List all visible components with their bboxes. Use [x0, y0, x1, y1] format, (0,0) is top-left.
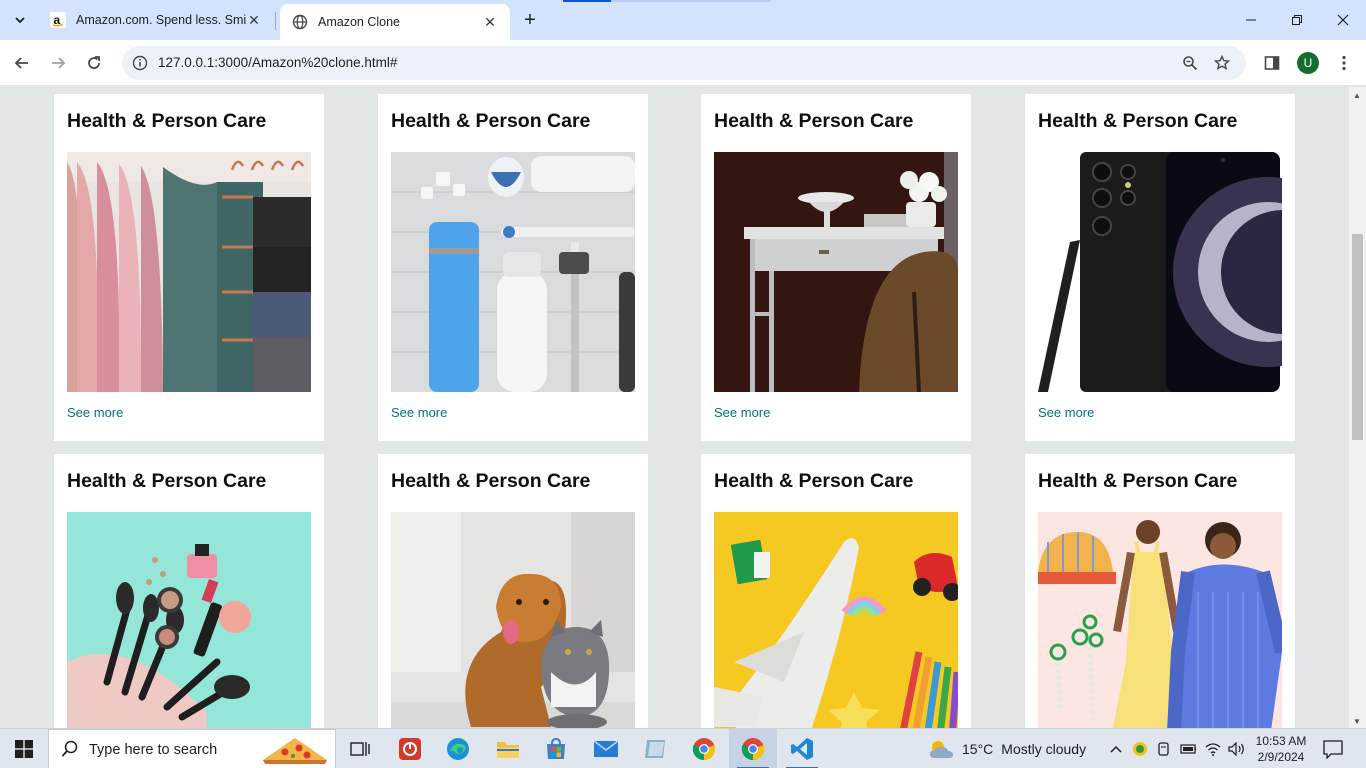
product-card: Health & Person Care See more — [1025, 94, 1295, 441]
file-explorer-icon[interactable] — [484, 729, 532, 768]
card-image[interactable] — [714, 152, 958, 392]
reload-icon[interactable] — [80, 49, 108, 77]
restore-icon[interactable] — [1274, 0, 1320, 40]
vscode-icon[interactable] — [778, 729, 826, 768]
browser-toolbar: 127.0.0.1:3000/Amazon%20clone.html# U — [0, 40, 1366, 86]
card-image[interactable] — [391, 512, 635, 728]
chrome-active-icon[interactable] — [729, 729, 777, 768]
product-card: Health & Person Care — [54, 94, 324, 441]
page-scrollbar[interactable]: ▲ ▼ — [1349, 87, 1366, 728]
microsoft-store-icon[interactable] — [532, 729, 580, 768]
taskbar-clock[interactable]: 10:53 AM 2/9/2024 — [1252, 733, 1310, 765]
tab-strip: a Amazon.com. Spend less. Smile more. ✕ … — [0, 0, 1366, 40]
security-app-icon[interactable] — [386, 729, 434, 768]
weather-description: Mostly cloudy — [1001, 741, 1087, 757]
see-more-link[interactable]: See more — [391, 405, 447, 420]
tab-group-indicator — [563, 0, 611, 2]
amazon-favicon-icon: a — [50, 12, 66, 28]
close-tab-icon[interactable]: ✕ — [482, 14, 498, 30]
chrome-icon[interactable] — [680, 729, 728, 768]
new-tab-icon[interactable]: + — [518, 8, 542, 32]
notes-app-icon[interactable] — [631, 729, 679, 768]
see-more-link[interactable]: See more — [67, 405, 123, 420]
tab-title: Amazon.com. Spend less. Smile more. — [76, 13, 246, 27]
card-title: Health & Person Care — [391, 470, 591, 492]
site-info-icon[interactable] — [130, 53, 150, 73]
scroll-down-icon[interactable]: ▼ — [1353, 717, 1361, 726]
product-card: Health & Person Care — [54, 454, 324, 728]
tab-amazon[interactable]: a Amazon.com. Spend less. Smile more. ✕ — [38, 0, 274, 40]
close-window-icon[interactable] — [1320, 0, 1366, 40]
clock-date: 2/9/2024 — [1257, 750, 1305, 764]
back-icon[interactable] — [8, 49, 36, 77]
card-title: Health & Person Care — [714, 470, 914, 492]
product-card: Health & Person Care — [378, 454, 648, 728]
weather-widget[interactable]: 15°C Mostly cloudy — [928, 729, 1086, 768]
wifi-icon[interactable] — [1205, 741, 1221, 757]
product-card: Health & Person Care — [701, 454, 971, 728]
product-card: Health & Person Care — [1025, 454, 1295, 728]
tab-title: Amazon Clone — [318, 15, 400, 29]
search-placeholder: Type here to search — [89, 742, 218, 758]
card-title: Health & Person Care — [714, 110, 914, 132]
card-image[interactable] — [714, 512, 958, 728]
card-title: Health & Person Care — [67, 110, 267, 132]
menu-kebab-icon[interactable] — [1333, 52, 1355, 74]
bookmark-star-icon[interactable] — [1212, 53, 1232, 73]
page-viewport: Health & Person Care See more Health & P… — [0, 87, 1349, 728]
battery-icon[interactable] — [1180, 741, 1196, 757]
card-title: Health & Person Care — [391, 110, 591, 132]
close-tab-icon[interactable]: ✕ — [246, 12, 262, 28]
weather-temperature: 15°C — [962, 741, 994, 757]
profile-avatar[interactable]: U — [1297, 52, 1319, 74]
tab-group-indicator — [611, 0, 771, 2]
taskbar-search-box[interactable]: Type here to search — [48, 729, 336, 768]
meet-now-icon[interactable] — [1156, 741, 1172, 757]
volume-icon[interactable] — [1228, 741, 1244, 757]
card-image[interactable] — [1038, 152, 1282, 392]
globe-icon — [292, 14, 308, 30]
url-text: 127.0.0.1:3000/Amazon%20clone.html# — [158, 55, 398, 70]
mail-icon[interactable] — [582, 729, 630, 768]
tray-app-icon[interactable] — [1132, 741, 1148, 757]
notification-center-icon[interactable] — [1322, 739, 1344, 760]
clock-time: 10:53 AM — [1255, 734, 1307, 748]
tab-divider — [275, 12, 276, 30]
card-title: Health & Person Care — [67, 470, 267, 492]
chevron-up-icon[interactable] — [1108, 741, 1124, 757]
card-title: Health & Person Care — [1038, 470, 1238, 492]
windows-start-icon[interactable] — [0, 729, 48, 768]
see-more-link[interactable]: See more — [714, 405, 770, 420]
card-image[interactable] — [391, 152, 635, 392]
card-image[interactable] — [1038, 512, 1282, 728]
edge-icon[interactable] — [434, 729, 482, 768]
tab-search-chevron-icon[interactable] — [8, 8, 32, 32]
card-image[interactable] — [67, 152, 311, 392]
task-view-icon[interactable] — [336, 729, 384, 768]
card-title: Health & Person Care — [1038, 110, 1238, 132]
card-image[interactable] — [67, 512, 311, 728]
windows-taskbar: Type here to search 15°C Mostly cloudy 1… — [0, 728, 1366, 768]
address-bar[interactable]: 127.0.0.1:3000/Amazon%20clone.html# — [122, 46, 1246, 80]
search-icon — [61, 740, 79, 762]
pizza-illustration-icon — [261, 736, 329, 764]
side-panel-icon[interactable] — [1261, 52, 1283, 74]
minimize-icon[interactable] — [1228, 0, 1274, 40]
zoom-icon[interactable] — [1180, 53, 1200, 73]
scroll-up-icon[interactable]: ▲ — [1353, 91, 1361, 100]
tab-amazon-clone[interactable]: Amazon Clone ✕ — [280, 4, 510, 40]
product-card: Health & Person Care — [378, 94, 648, 441]
scrollbar-thumb[interactable] — [1352, 234, 1363, 440]
cloudy-weather-icon — [928, 738, 954, 760]
see-more-link[interactable]: See more — [1038, 405, 1094, 420]
product-card: Health & Person Care — [701, 94, 971, 441]
forward-icon[interactable] — [44, 49, 72, 77]
